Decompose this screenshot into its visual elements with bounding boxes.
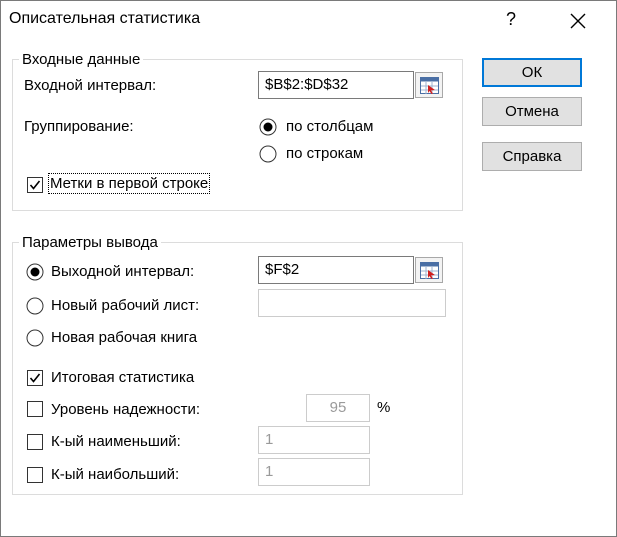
output-range-field[interactable]: $F$2 xyxy=(258,256,414,284)
confidence-label[interactable]: Уровень надежности: xyxy=(51,401,200,418)
confidence-field[interactable]: 95 xyxy=(306,394,370,422)
grouping-label: Группирование: xyxy=(24,118,134,135)
radio-by-rows[interactable] xyxy=(259,145,277,163)
dialog-title: Описательная статистика xyxy=(9,10,201,27)
close-icon[interactable] xyxy=(563,9,593,33)
help-title-button[interactable]: ? xyxy=(499,9,523,30)
help-button[interactable]: Справка xyxy=(482,142,582,171)
descriptive-statistics-dialog: Описательная статистика ? Входные данные… xyxy=(0,0,617,537)
new-workbook-label[interactable]: Новая рабочая книга xyxy=(51,329,197,346)
radio-output-range[interactable] xyxy=(26,263,44,281)
input-group-legend: Входные данные xyxy=(22,51,141,68)
title-bar: Описательная статистика ? xyxy=(1,1,616,41)
output-range-label[interactable]: Выходной интервал: xyxy=(51,263,194,280)
kth-smallest-field[interactable]: 1 xyxy=(258,426,370,454)
radio-by-columns[interactable] xyxy=(259,118,277,136)
confidence-unit: % xyxy=(377,399,391,416)
radio-new-workbook[interactable] xyxy=(26,329,44,347)
kth-smallest-checkbox[interactable] xyxy=(27,434,43,450)
labels-first-row-label[interactable]: Метки в первой строке xyxy=(47,173,211,194)
kth-largest-checkbox[interactable] xyxy=(27,467,43,483)
range-select-icon[interactable] xyxy=(415,257,443,283)
radio-new-sheet[interactable] xyxy=(26,297,44,315)
range-select-icon[interactable] xyxy=(415,72,443,98)
new-sheet-label[interactable]: Новый рабочий лист: xyxy=(51,297,199,314)
ok-button[interactable]: ОК xyxy=(482,58,582,87)
input-range-field[interactable]: $B$2:$D$32 xyxy=(258,71,414,99)
input-range-label: Входной интервал: xyxy=(24,77,157,94)
kth-largest-label[interactable]: К-ый наибольший: xyxy=(51,466,179,483)
output-group-legend: Параметры вывода xyxy=(22,234,158,251)
new-sheet-field[interactable] xyxy=(258,289,446,317)
summary-stats-label[interactable]: Итоговая статистика xyxy=(51,369,194,386)
cancel-button[interactable]: Отмена xyxy=(482,97,582,126)
kth-largest-field[interactable]: 1 xyxy=(258,458,370,486)
confidence-checkbox[interactable] xyxy=(27,401,43,417)
by-rows-label[interactable]: по строкам xyxy=(286,145,363,162)
labels-first-row-checkbox[interactable] xyxy=(27,177,43,193)
kth-smallest-label[interactable]: К-ый наименьший: xyxy=(51,433,181,450)
summary-stats-checkbox[interactable] xyxy=(27,370,43,386)
by-columns-label[interactable]: по столбцам xyxy=(286,118,373,135)
